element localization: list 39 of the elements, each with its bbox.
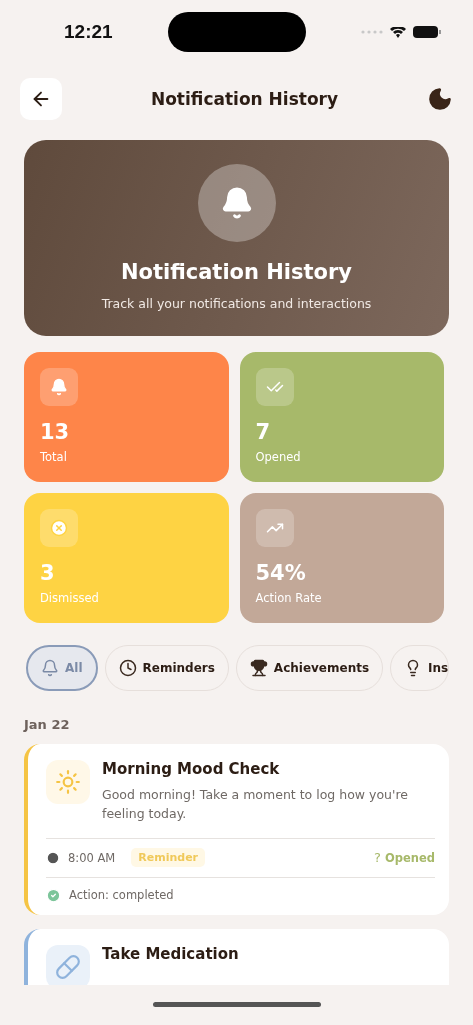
notification-time: 8:00 AM (68, 850, 116, 865)
pill-icon (46, 944, 90, 985)
signal-icon (361, 30, 383, 34)
status-time: 12:21 (64, 21, 113, 43)
filter-tab[interactable]: Achievements (235, 645, 384, 691)
stat-value: 54% (255, 561, 307, 585)
status-mark: ? (374, 850, 381, 865)
stat-value: 3 (40, 561, 56, 585)
back-button[interactable] (20, 78, 62, 120)
page-title: Notification History (150, 89, 339, 109)
check-circle-icon (46, 887, 61, 903)
notification-message: Good morning! Take a moment to log how you're feeling today. (102, 786, 409, 823)
category-tag: Reminder (131, 848, 206, 867)
double-check-icon (255, 368, 294, 406)
notification-card[interactable]: Morning Mood Check Good morning! Take a moment to log how you're feeling today. 8:00 AM Reminder ? Opened Action: completed (24, 744, 449, 915)
wifi-icon (390, 26, 406, 38)
notification-status: Opened (384, 850, 435, 865)
date-heading: Jan 22 (24, 717, 71, 732)
stat-label: Opened (255, 450, 302, 464)
filter-tab[interactable]: Ins (390, 645, 450, 691)
battery-icon (413, 26, 441, 38)
stat-value: 13 (40, 420, 71, 444)
action-text: Action: completed (69, 888, 174, 902)
trophy-icon (249, 659, 268, 677)
bell-icon (41, 659, 59, 677)
stat-value: 7 (255, 420, 272, 444)
hero-title: Notification History (120, 260, 353, 284)
sun-icon (46, 760, 90, 804)
notification-title: Take Medication (102, 944, 239, 963)
trend-up-icon (255, 509, 294, 547)
hero-subtitle: Track all your notifications and interactions (101, 296, 372, 311)
filter-tab[interactable]: Reminders (104, 645, 229, 691)
notification-card[interactable]: Take Medication (24, 928, 449, 985)
bell-icon (40, 368, 78, 406)
stat-label: Total (40, 450, 68, 464)
stat-label: Action Rate (255, 591, 323, 605)
notification-title: Morning Mood Check (102, 760, 281, 778)
stat-label: Dismissed (40, 591, 100, 605)
moon-icon[interactable] (427, 86, 453, 112)
